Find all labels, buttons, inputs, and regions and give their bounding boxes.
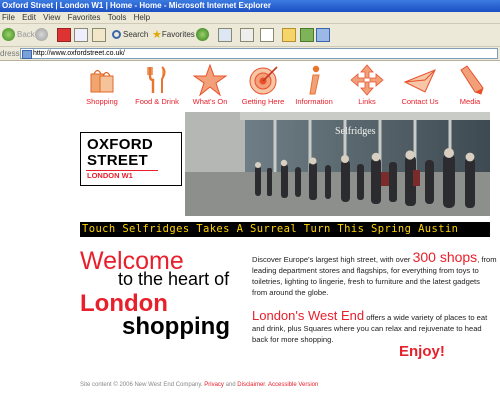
privacy-link[interactable]: Privacy bbox=[204, 382, 224, 388]
folder-icon bbox=[282, 27, 296, 42]
logo-line1: OXFORD bbox=[87, 136, 153, 153]
hero-store-sign: Selfridges bbox=[335, 126, 376, 137]
nav-whats-on[interactable]: What's On bbox=[185, 62, 235, 112]
shopping-heading: shopping bbox=[122, 313, 230, 340]
nav-information[interactable]: Information bbox=[289, 62, 339, 112]
menu-bar: File Edit View Favorites Tools Help bbox=[0, 12, 500, 24]
menu-file[interactable]: File bbox=[2, 13, 15, 22]
folder-button[interactable] bbox=[282, 27, 296, 43]
edit-icon bbox=[260, 27, 274, 42]
target-icon bbox=[249, 66, 278, 95]
oxford-street-logo[interactable]: OXFORD STREET LONDON W1 bbox=[80, 132, 182, 186]
back-arrow-icon bbox=[2, 28, 15, 42]
nav-media[interactable]: Media bbox=[445, 62, 495, 112]
forward-arrow-icon bbox=[35, 28, 48, 42]
refresh-button[interactable] bbox=[74, 27, 88, 43]
accessible-version-link[interactable]: Accessible Version bbox=[268, 382, 318, 388]
address-input[interactable]: http://www.oxfordstreet.co.uk/ bbox=[20, 48, 498, 59]
menu-view[interactable]: View bbox=[43, 13, 60, 22]
favorites-star-icon: ★ bbox=[152, 29, 162, 41]
print-icon bbox=[240, 27, 254, 42]
logo-line3: LONDON W1 bbox=[87, 171, 133, 180]
news-ticker[interactable]: Touch Selfridges Takes A Surreal Turn Th… bbox=[80, 222, 490, 237]
page-icon bbox=[22, 50, 32, 59]
address-bar: dress http://www.oxfordstreet.co.uk/ bbox=[0, 47, 500, 61]
stop-button[interactable] bbox=[57, 27, 71, 43]
mail-button[interactable] bbox=[218, 27, 232, 43]
address-label: dress bbox=[0, 49, 20, 58]
cutlery-icon bbox=[147, 66, 166, 93]
logo-line2: STREET bbox=[87, 152, 148, 169]
star-icon bbox=[193, 64, 227, 96]
nav-label: Media bbox=[459, 97, 481, 106]
back-button[interactable]: Back bbox=[2, 27, 35, 43]
ticker-text: Touch Selfridges Takes A Surreal Turn Th… bbox=[82, 223, 459, 235]
menu-tools[interactable]: Tools bbox=[108, 13, 127, 22]
west-end-highlight: London's West End bbox=[252, 308, 365, 323]
messenger-icon bbox=[300, 27, 314, 42]
nav-links[interactable]: Links bbox=[342, 62, 392, 112]
window-title-bar: Oxford Street | London W1 | Home - Home … bbox=[0, 0, 500, 12]
research-button[interactable] bbox=[316, 27, 330, 43]
menu-edit[interactable]: Edit bbox=[22, 13, 36, 22]
favorites-button[interactable]: ★Favorites bbox=[152, 27, 195, 43]
menu-help[interactable]: Help bbox=[134, 13, 150, 22]
home-icon bbox=[92, 27, 106, 42]
copyright-text: Site content © 2006 New West End Company… bbox=[80, 382, 205, 388]
hero-street-photo: Selfridges bbox=[185, 112, 490, 216]
stop-icon bbox=[57, 27, 71, 42]
nav-food-drink[interactable]: Food & Drink bbox=[132, 62, 182, 112]
intro-paragraph-2: London's West End offers a wide variety … bbox=[252, 308, 488, 344]
toolbar: Back Search ★Favorites bbox=[0, 24, 500, 47]
pencil-icon bbox=[460, 65, 484, 95]
history-button[interactable] bbox=[196, 27, 211, 43]
arrows-icon bbox=[350, 64, 384, 96]
welcome-subheading: to the heart of bbox=[118, 269, 230, 289]
print-button[interactable] bbox=[240, 27, 254, 43]
menu-favorites[interactable]: Favorites bbox=[68, 13, 101, 22]
street-scene-image: Selfridges bbox=[185, 112, 490, 216]
window-title: Oxford Street | London W1 | Home - Home … bbox=[2, 1, 271, 10]
address-url: http://www.oxfordstreet.co.uk/ bbox=[33, 50, 125, 57]
search-button[interactable]: Search bbox=[112, 27, 148, 43]
envelope-icon bbox=[403, 69, 436, 93]
mail-icon bbox=[218, 27, 232, 42]
forward-button[interactable] bbox=[35, 27, 50, 43]
search-icon bbox=[112, 30, 121, 40]
research-icon bbox=[316, 27, 330, 42]
messenger-button[interactable] bbox=[300, 27, 314, 43]
shops-count-highlight: 300 shops bbox=[412, 249, 478, 265]
refresh-icon bbox=[74, 27, 88, 42]
history-icon bbox=[196, 28, 209, 42]
enjoy-text: Enjoy! bbox=[399, 343, 445, 360]
shopping-bags-icon bbox=[90, 69, 114, 93]
disclaimer-link[interactable]: Disclaimer bbox=[237, 382, 265, 388]
home-button[interactable] bbox=[92, 27, 106, 43]
info-icon bbox=[309, 65, 320, 95]
intro-paragraph-1: Discover Europe's largest high street, w… bbox=[252, 249, 497, 297]
edit-button[interactable] bbox=[260, 27, 274, 43]
nav-shopping[interactable]: Shopping bbox=[77, 62, 127, 112]
footer: Site content © 2006 New West End Company… bbox=[80, 382, 319, 388]
